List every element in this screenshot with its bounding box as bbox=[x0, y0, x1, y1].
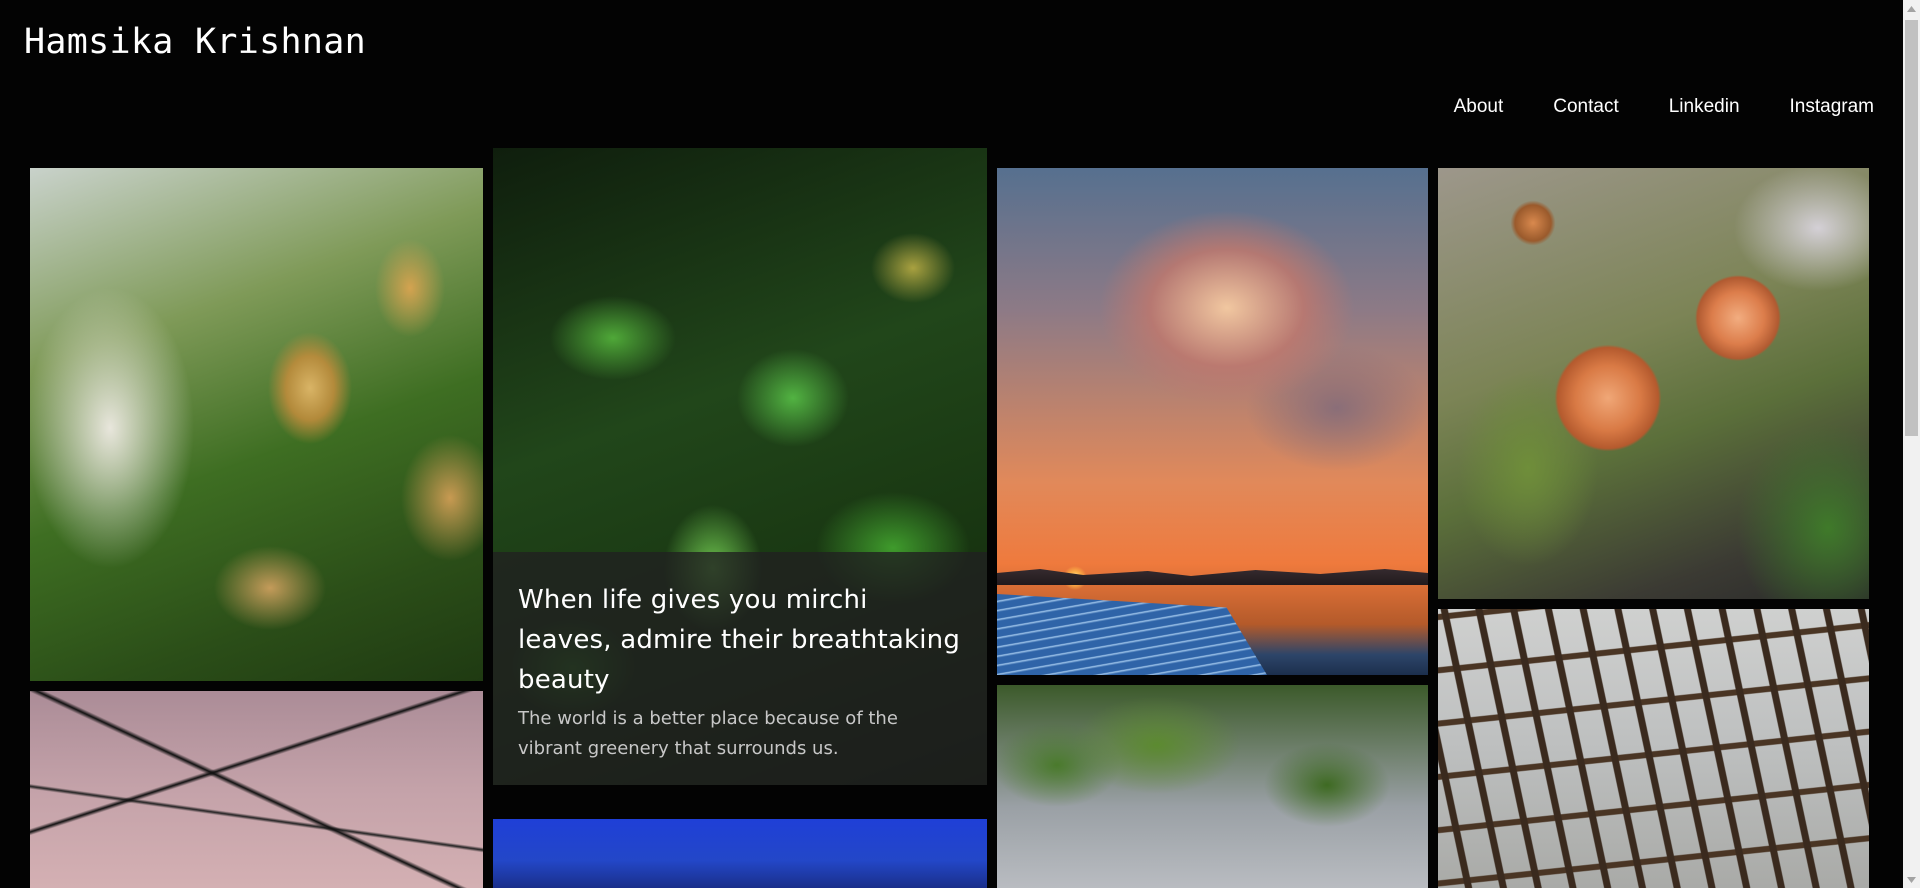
gallery-photo-orange-dahlias[interactable] bbox=[1438, 168, 1869, 599]
gallery-photo-mango-blossom[interactable] bbox=[30, 168, 483, 681]
top-nav: About Contact Linkedin Instagram bbox=[1454, 96, 1874, 118]
blue-roof bbox=[997, 594, 1267, 675]
photo-image bbox=[30, 691, 483, 888]
gallery-photo-mirchi-leaves[interactable]: When life gives you mirchi leaves, admir… bbox=[493, 148, 987, 785]
photo-image bbox=[997, 168, 1428, 675]
photo-image bbox=[997, 685, 1428, 888]
nav-link-contact[interactable]: Contact bbox=[1553, 96, 1618, 118]
gallery-photo-power-lines[interactable] bbox=[30, 691, 483, 888]
photo-image bbox=[1438, 609, 1869, 888]
nav-link-linkedin[interactable]: Linkedin bbox=[1669, 96, 1740, 118]
photo-image bbox=[30, 168, 483, 681]
gallery-photo-tree-canopy[interactable] bbox=[997, 685, 1428, 888]
chevron-down-icon[interactable] bbox=[1903, 871, 1920, 888]
vertical-scrollbar[interactable] bbox=[1903, 0, 1920, 888]
photo-image bbox=[493, 819, 987, 888]
gallery-photo-blue-sky[interactable] bbox=[493, 819, 987, 888]
photo-caption-card: When life gives you mirchi leaves, admir… bbox=[493, 552, 987, 785]
city-skyline bbox=[997, 569, 1428, 585]
nav-link-about[interactable]: About bbox=[1454, 96, 1504, 118]
gallery-photo-sunset-clouds[interactable] bbox=[997, 168, 1428, 675]
scrollbar-thumb[interactable] bbox=[1905, 20, 1918, 436]
chevron-up-icon[interactable] bbox=[1903, 0, 1920, 17]
caption-title: When life gives you mirchi leaves, admir… bbox=[518, 585, 961, 695]
photo-image bbox=[1438, 168, 1869, 599]
nav-link-instagram[interactable]: Instagram bbox=[1790, 96, 1874, 118]
caption-text: The world is a better place because of t… bbox=[518, 708, 898, 759]
gallery-photo-wooden-scaffold[interactable] bbox=[1438, 609, 1869, 888]
site-title[interactable]: Hamsika Krishnan bbox=[24, 22, 366, 62]
